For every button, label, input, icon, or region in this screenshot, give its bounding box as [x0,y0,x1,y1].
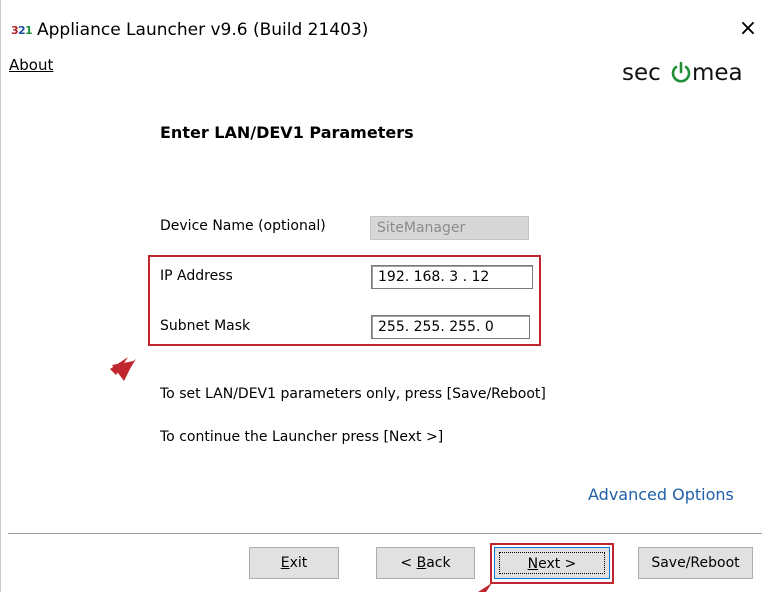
back-mnemonic: B [416,555,427,571]
device-name-field: SiteManager [370,216,529,240]
appliance-launcher-window: 3 2 1 Appliance Launcher v9.6 (Build 214… [0,0,762,592]
secomea-logo: sec mea [622,60,743,86]
svg-text:mea: mea [692,60,743,86]
exit-label: xit [289,555,308,571]
window-left-border [0,0,1,592]
exit-mnemonic: E [280,555,290,571]
close-icon[interactable]: × [738,18,758,40]
ip-settings-highlight [148,255,541,346]
red-pointer-arrow-icon [110,357,136,381]
red-pointer-arrow-tip-icon [478,583,492,592]
save-reboot-instruction: To set LAN/DEV1 parameters only, press [… [160,386,546,402]
title-bar[interactable]: 3 2 1 Appliance Launcher v9.6 (Build 214… [0,0,762,52]
next-instruction: To continue the Launcher press [Next >] [160,429,444,445]
window-title: Appliance Launcher v9.6 (Build 21403) [37,20,369,40]
back-prefix: < [400,555,417,571]
footer-separator [8,533,762,535]
svg-text:sec: sec [622,60,661,86]
exit-button[interactable]: Exit [249,547,339,579]
back-label: ack [426,555,451,571]
device-name-label: Device Name (optional) [160,218,326,234]
save-reboot-button[interactable]: Save/Reboot [638,547,753,579]
page-heading: Enter LAN/DEV1 Parameters [160,123,414,142]
svg-text:1: 1 [25,24,32,37]
about-menu-link[interactable]: About [9,56,53,74]
advanced-options-link[interactable]: Advanced Options [588,485,734,504]
appliance-launcher-icon: 3 2 1 [10,21,32,39]
next-button-highlight [490,543,614,584]
back-button[interactable]: < Back [376,547,475,579]
